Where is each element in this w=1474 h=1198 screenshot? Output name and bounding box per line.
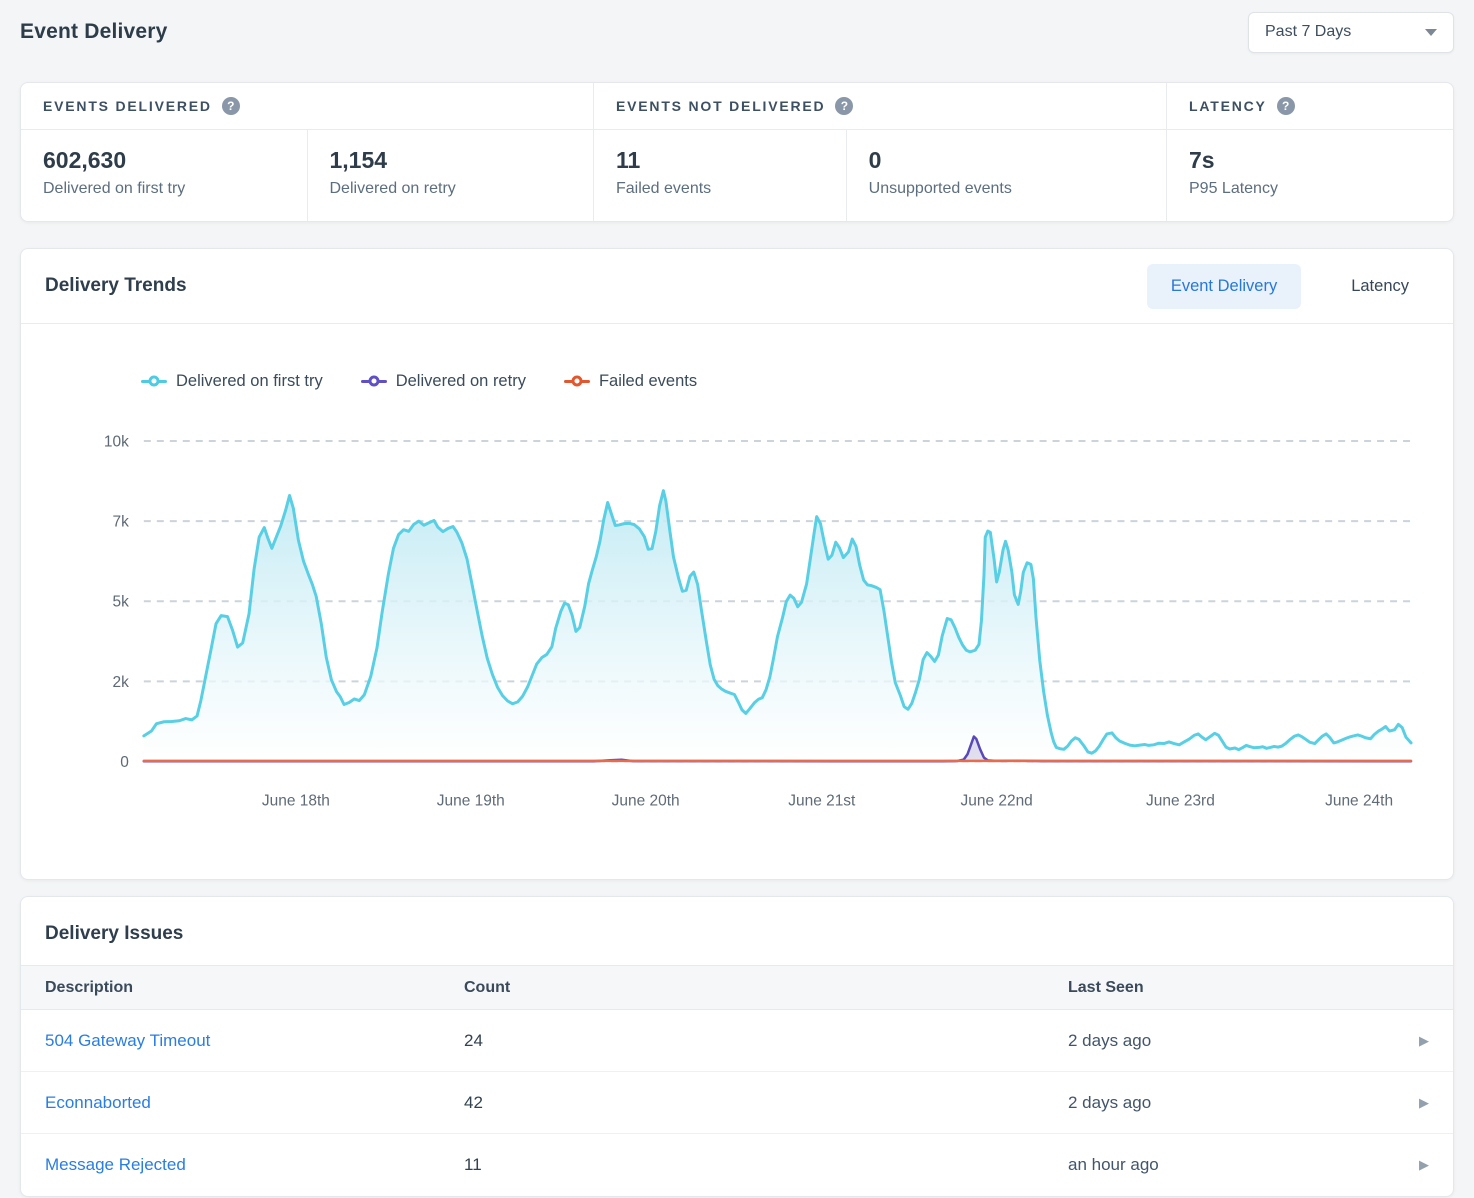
legend-label: Delivered on retry xyxy=(396,372,526,391)
page-title: Event Delivery xyxy=(20,20,168,44)
stat-metric: 1,154 Delivered on retry xyxy=(307,130,594,221)
stat-metric-label: Delivered on retry xyxy=(330,178,572,200)
legend-label: Failed events xyxy=(599,372,697,391)
issues-table-header: DescriptionCountLast Seen xyxy=(21,965,1453,1010)
trends-title: Delivery Trends xyxy=(45,275,187,297)
legend-item[interactable]: Failed events xyxy=(564,372,697,391)
legend-item[interactable]: Delivered on retry xyxy=(361,372,526,391)
issues-column-header: Last Seen xyxy=(1068,979,1373,997)
stat-group: EVENTS DELIVERED? 602,630 Delivered on fir… xyxy=(21,83,593,221)
tab-latency[interactable]: Latency xyxy=(1327,264,1433,309)
issue-actions-cell: ▶ xyxy=(1373,1156,1429,1174)
stat-metric-label: Failed events xyxy=(616,178,824,200)
issue-description-link[interactable]: 504 Gateway Timeout xyxy=(45,1031,210,1050)
svg-text:June 22nd: June 22nd xyxy=(961,792,1033,809)
stat-metric-value: 602,630 xyxy=(43,146,285,174)
stat-group-body: 602,630 Delivered on first try 1,154 Delive… xyxy=(21,130,593,221)
stat-group-title: EVENTS NOT DELIVERED xyxy=(616,98,825,114)
legend-marker-icon xyxy=(564,376,590,386)
stat-metric-value: 7s xyxy=(1189,146,1431,174)
chart-legend: Delivered on first try Delivered on retry… xyxy=(141,370,1453,392)
delivery-trends-card: Delivery Trends Event Delivery Latency De… xyxy=(20,248,1454,880)
chart-area: 02k5k7k10k June 18thJune 19thJune 20thJu… xyxy=(21,392,1453,879)
trends-tabs: Event Delivery Latency xyxy=(1147,264,1433,309)
svg-text:June 21st: June 21st xyxy=(788,792,856,809)
stat-group: LATENCY? 7s P95 Latency xyxy=(1166,83,1453,221)
stat-metric-value: 11 xyxy=(616,146,824,174)
date-range-value: Past 7 Days xyxy=(1265,23,1351,41)
issue-count-cell: 11 xyxy=(464,1155,1068,1175)
issue-last-seen-cell: 2 days ago xyxy=(1068,1031,1373,1051)
issues-title: Delivery Issues xyxy=(21,897,1453,965)
legend-marker-icon xyxy=(141,376,167,386)
issue-last-seen-cell: 2 days ago xyxy=(1068,1093,1373,1113)
help-icon[interactable]: ? xyxy=(1277,97,1295,115)
svg-text:June 24th: June 24th xyxy=(1325,792,1393,809)
svg-text:5k: 5k xyxy=(113,594,130,611)
stat-metric-value: 1,154 xyxy=(330,146,572,174)
chart-x-axis-labels: June 18th June 19th June 20th June 21st June… xyxy=(262,792,1393,809)
legend-marker-icon xyxy=(361,376,387,386)
legend-item[interactable]: Delivered on first try xyxy=(141,372,323,391)
issues-table-body: 504 Gateway Timeout242 days ago▶Econnabo… xyxy=(21,1010,1453,1196)
delivery-trends-chart[interactable]: 02k5k7k10k June 18thJune 19thJune 20thJu… xyxy=(21,406,1453,825)
stat-metric-label: Delivered on first try xyxy=(43,178,285,200)
stat-group-body: 11 Failed events 0 Unsupported events xyxy=(594,130,1166,221)
table-row[interactable]: Message Rejected 11an hour ago ▶ xyxy=(21,1134,1453,1196)
help-icon[interactable]: ? xyxy=(222,97,240,115)
issue-last-seen-cell: an hour ago xyxy=(1068,1155,1373,1175)
stat-metric: 11 Failed events xyxy=(594,130,846,221)
page-header: Event Delivery Past 7 Days xyxy=(20,0,1454,56)
delivery-issues-card: Delivery Issues DescriptionCountLast See… xyxy=(20,896,1454,1197)
stat-metric: 7s P95 Latency xyxy=(1167,130,1453,221)
stat-group-header: EVENTS DELIVERED? xyxy=(21,83,593,130)
help-icon[interactable]: ? xyxy=(835,97,853,115)
date-range-dropdown[interactable]: Past 7 Days xyxy=(1248,12,1454,53)
chevron-right-icon[interactable]: ▶ xyxy=(1419,1095,1429,1110)
chart-y-axis-labels: 0 2k 5k 7k 10k xyxy=(104,433,129,771)
issue-description-cell: Message Rejected xyxy=(45,1155,464,1175)
issues-column-header: Count xyxy=(464,979,1068,997)
stat-group: EVENTS NOT DELIVERED? 11 Failed events 0 Uns… xyxy=(593,83,1166,221)
issue-count-cell: 42 xyxy=(464,1093,1068,1113)
stat-metric: 0 Unsupported events xyxy=(846,130,1166,221)
svg-text:June 19th: June 19th xyxy=(437,792,505,809)
svg-text:0: 0 xyxy=(120,754,129,771)
chevron-down-icon xyxy=(1425,29,1437,36)
svg-text:June 23rd: June 23rd xyxy=(1146,792,1215,809)
trends-header: Delivery Trends Event Delivery Latency xyxy=(21,249,1453,324)
stat-group-header: EVENTS NOT DELIVERED? xyxy=(594,83,1166,130)
stat-metric-value: 0 xyxy=(869,146,1144,174)
stat-group-header: LATENCY? xyxy=(1167,83,1453,130)
stat-group-title: LATENCY xyxy=(1189,98,1267,114)
issue-actions-cell: ▶ xyxy=(1373,1094,1429,1112)
issue-description-link[interactable]: Message Rejected xyxy=(45,1155,186,1174)
chart-series xyxy=(144,491,1411,762)
table-row[interactable]: Econnaborted 422 days ago ▶ xyxy=(21,1072,1453,1134)
svg-text:7k: 7k xyxy=(113,514,130,531)
table-row[interactable]: 504 Gateway Timeout 242 days ago ▶ xyxy=(21,1010,1453,1072)
issue-description-link[interactable]: Econnaborted xyxy=(45,1093,151,1112)
event-delivery-page: Event Delivery Past 7 Days EVENTS DELIVE… xyxy=(0,0,1474,1198)
issue-actions-cell: ▶ xyxy=(1373,1032,1429,1050)
svg-text:2k: 2k xyxy=(113,674,130,691)
tab-event-delivery[interactable]: Event Delivery xyxy=(1147,264,1301,309)
chevron-right-icon[interactable]: ▶ xyxy=(1419,1157,1429,1172)
issue-description-cell: Econnaborted xyxy=(45,1093,464,1113)
svg-text:10k: 10k xyxy=(104,433,129,450)
stat-group-title: EVENTS DELIVERED xyxy=(43,98,212,114)
issues-column-header: Description xyxy=(45,979,464,997)
stat-metric-label: Unsupported events xyxy=(869,178,1144,200)
chevron-right-icon[interactable]: ▶ xyxy=(1419,1033,1429,1048)
stat-metric: 602,630 Delivered on first try xyxy=(21,130,307,221)
issue-count-cell: 24 xyxy=(464,1031,1068,1051)
issue-description-cell: 504 Gateway Timeout xyxy=(45,1031,464,1051)
svg-text:June 18th: June 18th xyxy=(262,792,330,809)
legend-label: Delivered on first try xyxy=(176,372,323,391)
stats-summary-card: EVENTS DELIVERED? 602,630 Delivered on fir… xyxy=(20,82,1454,222)
stat-metric-label: P95 Latency xyxy=(1189,178,1431,200)
stat-group-body: 7s P95 Latency xyxy=(1167,130,1453,221)
svg-text:June 20th: June 20th xyxy=(612,792,680,809)
